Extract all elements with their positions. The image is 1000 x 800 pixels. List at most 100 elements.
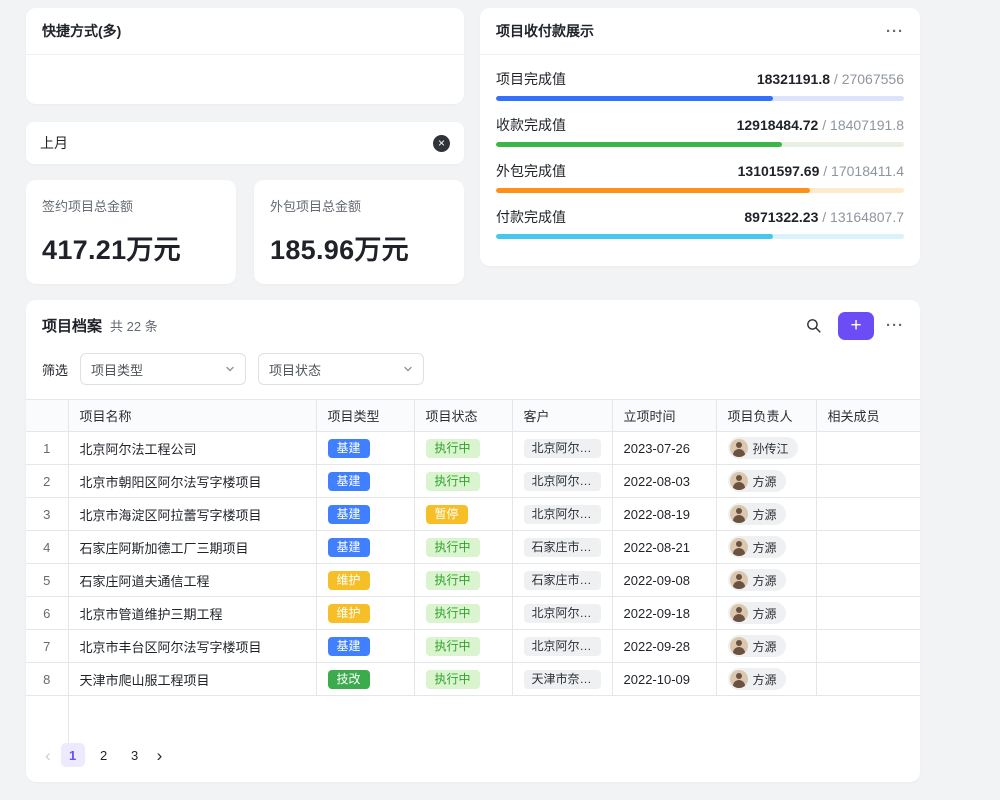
cell-start-date[interactable]: 2022-09-08	[612, 564, 716, 597]
stat-label: 签约项目总金额	[42, 196, 220, 215]
cell-project-name[interactable]: 北京市管道维护三期工程	[68, 597, 316, 630]
cell-project-name[interactable]: 天津市爬山服工程项目	[68, 663, 316, 696]
cell-members[interactable]	[816, 465, 920, 498]
cell-start-date[interactable]: 2022-09-18	[612, 597, 716, 630]
column-header[interactable]: 项目状态	[414, 400, 512, 432]
cell-customer[interactable]: 北京阿尔法...	[512, 498, 612, 531]
cell-members[interactable]	[816, 531, 920, 564]
cell-members[interactable]	[816, 432, 920, 465]
payments-menu-icon[interactable]: ···	[886, 23, 904, 40]
add-record-button[interactable]: +	[838, 312, 874, 340]
cell-project-type[interactable]: 基建	[316, 432, 414, 465]
cell-members[interactable]	[816, 630, 920, 663]
table-row[interactable]: 4 石家庄阿斯加德工厂三期项目 基建 执行中 石家庄市A县 2022-08-21…	[26, 531, 920, 564]
cell-project-type[interactable]: 维护	[316, 564, 414, 597]
page-button[interactable]: 3	[123, 743, 147, 767]
column-header[interactable]: 客户	[512, 400, 612, 432]
next-page-icon[interactable]: ›	[154, 747, 166, 764]
pay-row-label: 外包完成值	[496, 161, 566, 181]
cell-project-name[interactable]: 北京市朝阳区阿尔法写字楼项目	[68, 465, 316, 498]
cell-project-type[interactable]: 基建	[316, 465, 414, 498]
cell-project-name[interactable]: 北京市丰台区阿尔法写字楼项目	[68, 630, 316, 663]
cell-customer[interactable]: 石家庄市A县	[512, 564, 612, 597]
cell-start-date[interactable]: 2022-08-03	[612, 465, 716, 498]
cell-owner[interactable]: 方源	[716, 630, 816, 663]
cell-project-status[interactable]: 暂停	[414, 498, 512, 531]
cell-project-type[interactable]: 技改	[316, 663, 414, 696]
clear-filter-icon[interactable]: ×	[433, 135, 450, 152]
cell-customer[interactable]: 天津市奈文...	[512, 663, 612, 696]
cell-customer[interactable]: 北京阿尔法...	[512, 465, 612, 498]
cell-project-type[interactable]: 基建	[316, 630, 414, 663]
cell-owner[interactable]: 孙传江	[716, 432, 816, 465]
cell-customer[interactable]: 北京阿尔法...	[512, 630, 612, 663]
cell-members[interactable]	[816, 498, 920, 531]
cell-project-status[interactable]: 执行中	[414, 597, 512, 630]
cell-owner[interactable]: 方源	[716, 498, 816, 531]
cell-project-status[interactable]: 执行中	[414, 531, 512, 564]
cell-project-status[interactable]: 执行中	[414, 663, 512, 696]
cell-owner[interactable]: 方源	[716, 465, 816, 498]
cell-project-type[interactable]: 基建	[316, 498, 414, 531]
row-index[interactable]: 3	[26, 498, 68, 531]
column-header[interactable]: 立项时间	[612, 400, 716, 432]
row-index[interactable]: 1	[26, 432, 68, 465]
cell-project-status[interactable]: 执行中	[414, 564, 512, 597]
pay-row-label: 项目完成值	[496, 69, 566, 89]
project-status-filter[interactable]: 项目状态	[258, 353, 424, 385]
prev-page-icon[interactable]: ‹	[42, 747, 54, 764]
table-row[interactable]: 1 北京阿尔法工程公司 基建 执行中 北京阿尔法... 2023-07-26 孙…	[26, 432, 920, 465]
cell-start-date[interactable]: 2022-10-09	[612, 663, 716, 696]
cell-owner[interactable]: 方源	[716, 531, 816, 564]
cell-members[interactable]	[816, 663, 920, 696]
cell-project-name[interactable]: 北京市海淀区阿拉蕾写字楼项目	[68, 498, 316, 531]
cell-start-date[interactable]: 2022-09-28	[612, 630, 716, 663]
column-header[interactable]: 项目名称	[68, 400, 316, 432]
search-icon[interactable]	[800, 313, 826, 339]
cell-owner[interactable]: 方源	[716, 597, 816, 630]
cell-project-name[interactable]: 石家庄阿道夫通信工程	[68, 564, 316, 597]
owner-chip: 方源	[728, 668, 786, 690]
cell-owner[interactable]: 方源	[716, 663, 816, 696]
cell-project-name[interactable]: 石家庄阿斯加德工厂三期项目	[68, 531, 316, 564]
cell-project-status[interactable]: 执行中	[414, 630, 512, 663]
cell-project-type[interactable]: 基建	[316, 531, 414, 564]
projects-menu-icon[interactable]: ···	[886, 317, 904, 334]
plus-icon: +	[850, 316, 861, 335]
project-status-tag: 执行中	[426, 571, 480, 590]
cell-start-date[interactable]: 2023-07-26	[612, 432, 716, 465]
cell-customer[interactable]: 北京阿尔法...	[512, 597, 612, 630]
cell-project-type[interactable]: 维护	[316, 597, 414, 630]
row-index[interactable]: 7	[26, 630, 68, 663]
table-row[interactable]: 7 北京市丰台区阿尔法写字楼项目 基建 执行中 北京阿尔法... 2022-09…	[26, 630, 920, 663]
row-index[interactable]: 5	[26, 564, 68, 597]
cell-project-status[interactable]: 执行中	[414, 432, 512, 465]
column-header[interactable]: 项目类型	[316, 400, 414, 432]
cell-owner[interactable]: 方源	[716, 564, 816, 597]
quick-filter[interactable]: 上月 ×	[26, 122, 464, 164]
page-button[interactable]: 2	[92, 743, 116, 767]
cell-project-name[interactable]: 北京阿尔法工程公司	[68, 432, 316, 465]
cell-start-date[interactable]: 2022-08-21	[612, 531, 716, 564]
project-type-filter[interactable]: 项目类型	[80, 353, 246, 385]
pay-row-value: 13101597.69	[738, 163, 820, 179]
cell-members[interactable]	[816, 564, 920, 597]
row-index[interactable]: 2	[26, 465, 68, 498]
table-row[interactable]: 2 北京市朝阳区阿尔法写字楼项目 基建 执行中 北京阿尔法... 2022-08…	[26, 465, 920, 498]
row-index[interactable]: 8	[26, 663, 68, 696]
row-index[interactable]: 6	[26, 597, 68, 630]
table-row[interactable]: 3 北京市海淀区阿拉蕾写字楼项目 基建 暂停 北京阿尔法... 2022-08-…	[26, 498, 920, 531]
table-row[interactable]: 8 天津市爬山服工程项目 技改 执行中 天津市奈文... 2022-10-09 …	[26, 663, 920, 696]
page-button[interactable]: 1	[61, 743, 85, 767]
table-row[interactable]: 6 北京市管道维护三期工程 维护 执行中 北京阿尔法... 2022-09-18…	[26, 597, 920, 630]
cell-customer[interactable]: 北京阿尔法...	[512, 432, 612, 465]
cell-customer[interactable]: 石家庄市A县	[512, 531, 612, 564]
row-index[interactable]: 4	[26, 531, 68, 564]
customer-tag: 北京阿尔法...	[524, 439, 601, 458]
table-row[interactable]: 5 石家庄阿道夫通信工程 维护 执行中 石家庄市A县 2022-09-08 方源	[26, 564, 920, 597]
cell-start-date[interactable]: 2022-08-19	[612, 498, 716, 531]
cell-project-status[interactable]: 执行中	[414, 465, 512, 498]
cell-members[interactable]	[816, 597, 920, 630]
column-header[interactable]: 相关成员	[816, 400, 920, 432]
column-header[interactable]: 项目负责人	[716, 400, 816, 432]
